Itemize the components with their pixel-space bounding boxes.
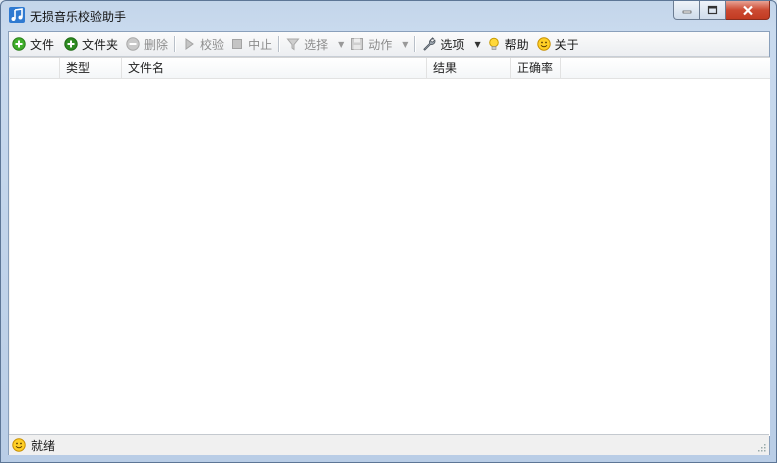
toolbar: 文件 文件夹 删除 校验 中止 选择 ▼ 动作 ▼ 选项 ▼ 帮助 关于: [9, 32, 769, 57]
toolbar-separator: [174, 36, 177, 52]
about-label: 关于: [554, 37, 579, 52]
delete-button[interactable]: 删除: [123, 33, 171, 55]
select-dropdown-button[interactable]: 选择 ▼: [283, 33, 347, 55]
maximize-icon: [707, 5, 718, 15]
add-folder-label: 文件夹: [82, 37, 119, 52]
music-note-icon: [9, 7, 25, 23]
verify-button[interactable]: 校验: [179, 33, 227, 55]
close-icon: [742, 5, 753, 15]
minimize-icon: [682, 10, 691, 14]
filter-icon: [286, 38, 300, 51]
smiley-icon: [536, 37, 551, 51]
window-title: 无损音乐校验助手: [30, 10, 127, 24]
column-header-filename[interactable]: 文件名: [122, 58, 427, 78]
add-file-button[interactable]: 文件: [9, 33, 57, 55]
client-area: 文件 文件夹 删除 校验 中止 选择 ▼ 动作 ▼ 选项 ▼ 帮助 关于 类型 …: [8, 31, 770, 455]
verify-label: 校验: [200, 37, 225, 52]
file-list[interactable]: 类型 文件名 结果 正确率: [10, 57, 770, 436]
chevron-down-icon: ▼: [474, 39, 481, 49]
column-header-result[interactable]: 结果: [427, 58, 511, 78]
options-label: 选项: [440, 37, 465, 52]
main-window: 无损音乐校验助手 文件 文件夹 删除 校验 中止 选择 ▼ 动作 ▼ 选项 ▼ …: [0, 0, 777, 463]
stop-label: 中止: [248, 37, 273, 52]
close-button[interactable]: [726, 1, 770, 20]
delete-label: 删除: [144, 37, 169, 52]
stop-button[interactable]: 中止: [227, 33, 275, 55]
play-icon: [185, 38, 194, 50]
chevron-down-icon: ▼: [338, 39, 345, 49]
save-icon: [351, 38, 364, 50]
resize-grip-icon[interactable]: [756, 442, 766, 452]
select-label: 选择: [304, 37, 329, 52]
column-header-accuracy[interactable]: 正确率: [511, 58, 561, 78]
maximize-button[interactable]: [700, 1, 726, 20]
help-label: 帮助: [504, 37, 529, 52]
add-folder-button[interactable]: 文件夹: [61, 33, 121, 55]
list-header: 类型 文件名 结果 正确率: [10, 58, 770, 79]
remove-icon: [126, 37, 140, 51]
action-label: 动作: [368, 37, 393, 52]
about-button[interactable]: 关于: [534, 33, 582, 55]
add-folder-icon: [64, 37, 78, 51]
toolbar-separator: [414, 36, 417, 52]
toolbar-separator: [278, 36, 281, 52]
add-green-icon: [12, 37, 26, 51]
lightbulb-icon: [488, 37, 499, 50]
column-header-blank[interactable]: [10, 58, 60, 78]
add-file-label: 文件: [30, 37, 55, 52]
column-header-type[interactable]: 类型: [60, 58, 122, 78]
title-bar[interactable]: 无损音乐校验助手: [1, 1, 776, 31]
chevron-down-icon: ▼: [402, 39, 409, 49]
status-text: 就绪: [31, 438, 56, 453]
help-button[interactable]: 帮助: [484, 33, 532, 55]
options-dropdown-button[interactable]: 选项 ▼: [419, 33, 483, 55]
caption-buttons: [673, 1, 770, 20]
status-bar: 就绪: [9, 434, 769, 455]
smiley-icon: [12, 438, 26, 452]
stop-icon: [232, 39, 243, 49]
action-dropdown-button[interactable]: 动作 ▼: [347, 33, 411, 55]
minimize-button[interactable]: [673, 1, 700, 20]
wrench-icon: [423, 37, 436, 51]
